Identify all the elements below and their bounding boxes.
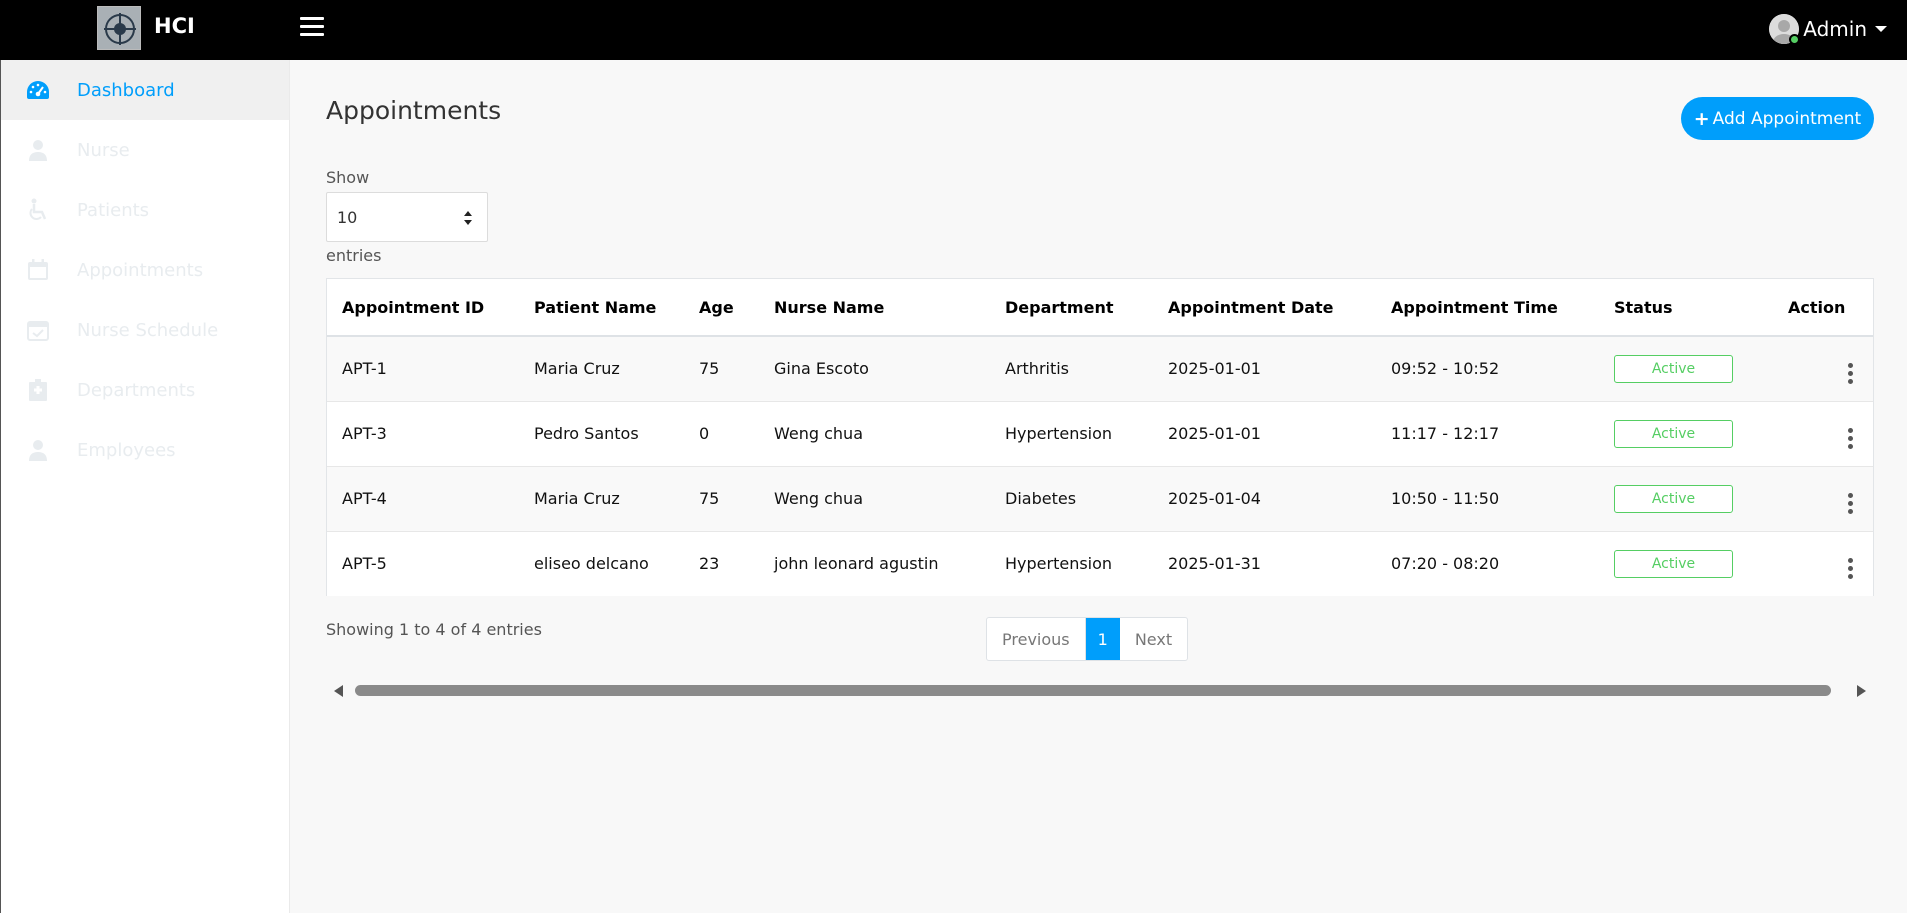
app-title[interactable]: HCI	[154, 14, 195, 38]
sort-arrows-icon	[464, 211, 472, 225]
wheelchair-icon	[25, 198, 51, 222]
more-actions-icon[interactable]	[1840, 493, 1860, 514]
column-header[interactable]: Appointment ID	[327, 279, 519, 337]
nurse-name: john leonard agustin	[759, 530, 990, 596]
more-actions-icon[interactable]	[1840, 428, 1860, 449]
top-navbar: HCI Admin	[0, 0, 1907, 60]
entries-label: entries	[326, 246, 382, 265]
sidebar-item-nurse[interactable]: Nurse	[1, 120, 289, 180]
status-badge: Active	[1614, 354, 1733, 383]
column-header[interactable]: Status	[1599, 279, 1773, 337]
menu-toggle-icon[interactable]	[300, 17, 324, 37]
sidebar-item-label: Nurse Schedule	[77, 319, 219, 341]
age: 23	[684, 530, 759, 596]
hospital-icon	[25, 378, 51, 402]
chevron-down-icon	[1875, 26, 1887, 32]
previous-page-button[interactable]: Previous	[987, 618, 1086, 660]
sidebar-item-nurse-schedule[interactable]: Nurse Schedule	[1, 300, 289, 360]
appointment-id: APT-5	[327, 530, 519, 596]
sidebar-item-label: Dashboard	[77, 79, 175, 101]
age: 0	[684, 400, 759, 466]
sidebar-item-dashboard[interactable]: Dashboard	[1, 60, 289, 120]
entries-select-value: 10	[337, 207, 358, 227]
appointment-date: 2025-01-01	[1153, 400, 1376, 466]
calendar-icon	[25, 258, 51, 282]
table-info-text: Showing 1 to 4 of 4 entries	[326, 620, 542, 639]
sidebar-item-label: Departments	[77, 379, 196, 401]
user-menu[interactable]: Admin	[1769, 12, 1887, 46]
entries-per-page-select[interactable]: 10	[326, 192, 488, 242]
appointment-time: 10:50 - 11:50	[1376, 465, 1599, 531]
plus-icon: +	[1693, 107, 1710, 130]
scrollbar-thumb[interactable]	[355, 685, 1831, 696]
appointment-time: 11:17 - 12:17	[1376, 400, 1599, 466]
user-icon	[25, 438, 51, 462]
sidebar-item-appointments[interactable]: Appointments	[1, 240, 289, 300]
column-header[interactable]: Nurse Name	[759, 279, 990, 337]
table-row: APT-1 Maria Cruz 75 Gina Escoto Arthriti…	[327, 336, 1873, 401]
patient-name: Maria Cruz	[519, 465, 684, 531]
logo-icon[interactable]	[97, 6, 141, 50]
table-header-row: Appointment ID Patient Name Age Nurse Na…	[327, 279, 1873, 337]
column-header[interactable]: Appointment Time	[1376, 279, 1599, 337]
appointment-date: 2025-01-31	[1153, 530, 1376, 596]
add-appointment-label: Add Appointment	[1712, 108, 1862, 129]
column-header[interactable]: Appointment Date	[1153, 279, 1376, 337]
sidebar-item-patients[interactable]: Patients	[1, 180, 289, 240]
page-1-button[interactable]: 1	[1085, 618, 1120, 660]
nurse-name: Gina Escoto	[759, 336, 990, 401]
patient-name: Maria Cruz	[519, 336, 684, 401]
column-header[interactable]: Patient Name	[519, 279, 684, 337]
appointment-date: 2025-01-04	[1153, 465, 1376, 531]
age: 75	[684, 465, 759, 531]
department: Diabetes	[990, 465, 1153, 531]
sidebar-item-label: Patients	[77, 199, 150, 221]
sidebar-item-label: Appointments	[77, 259, 204, 281]
department: Arthritis	[990, 336, 1153, 401]
appointment-time: 09:52 - 10:52	[1376, 336, 1599, 401]
age: 75	[684, 336, 759, 401]
appointment-id: APT-3	[327, 400, 519, 466]
page-title: Appointments	[326, 96, 502, 125]
user-name: Admin	[1803, 17, 1867, 41]
user-nurse-icon	[25, 138, 51, 162]
department: Hypertension	[990, 400, 1153, 466]
department: Hypertension	[990, 530, 1153, 596]
patient-name: eliseo delcano	[519, 530, 684, 596]
dashboard-icon	[25, 78, 51, 102]
more-actions-icon[interactable]	[1840, 363, 1860, 385]
horizontal-scrollbar[interactable]	[334, 682, 1866, 698]
appointment-date: 2025-01-01	[1153, 336, 1376, 401]
scroll-left-arrow-icon[interactable]	[334, 685, 343, 697]
sidebar-item-label: Nurse	[77, 139, 130, 161]
calendar-check-icon	[25, 318, 51, 342]
online-status-dot	[1789, 34, 1801, 45]
nurse-name: Weng chua	[759, 465, 990, 531]
table-row: APT-3 Pedro Santos 0 Weng chua Hypertens…	[327, 400, 1873, 466]
more-actions-icon[interactable]	[1840, 558, 1860, 580]
table-row: APT-4 Maria Cruz 75 Weng chua Diabetes 2…	[327, 465, 1873, 531]
status-badge: Active	[1614, 549, 1733, 578]
appointment-time: 07:20 - 08:20	[1376, 530, 1599, 596]
status-badge: Active	[1614, 484, 1733, 513]
appointments-table: Appointment ID Patient Name Age Nurse Na…	[326, 278, 1874, 596]
sidebar-item-label: Employees	[77, 439, 176, 461]
column-header: Action	[1773, 279, 1873, 337]
show-label: Show	[326, 168, 370, 187]
status-badge: Active	[1614, 419, 1733, 448]
column-header[interactable]: Department	[990, 279, 1153, 337]
appointment-id: APT-4	[327, 465, 519, 531]
patient-name: Pedro Santos	[519, 400, 684, 466]
add-appointment-button[interactable]: + Add Appointment	[1681, 97, 1874, 140]
sidebar: Dashboard Nurse Patients Appointments Nu…	[0, 60, 290, 913]
column-header[interactable]: Age	[684, 279, 759, 337]
table-row: APT-5 eliseo delcano 23 john leonard agu…	[327, 530, 1873, 596]
pagination: Previous 1 Next	[986, 617, 1189, 661]
scroll-right-arrow-icon[interactable]	[1857, 685, 1866, 697]
sidebar-item-departments[interactable]: Departments	[1, 360, 289, 420]
sidebar-item-employees[interactable]: Employees	[1, 420, 289, 480]
next-page-button[interactable]: Next	[1120, 618, 1187, 660]
nurse-name: Weng chua	[759, 400, 990, 466]
appointment-id: APT-1	[327, 336, 519, 401]
